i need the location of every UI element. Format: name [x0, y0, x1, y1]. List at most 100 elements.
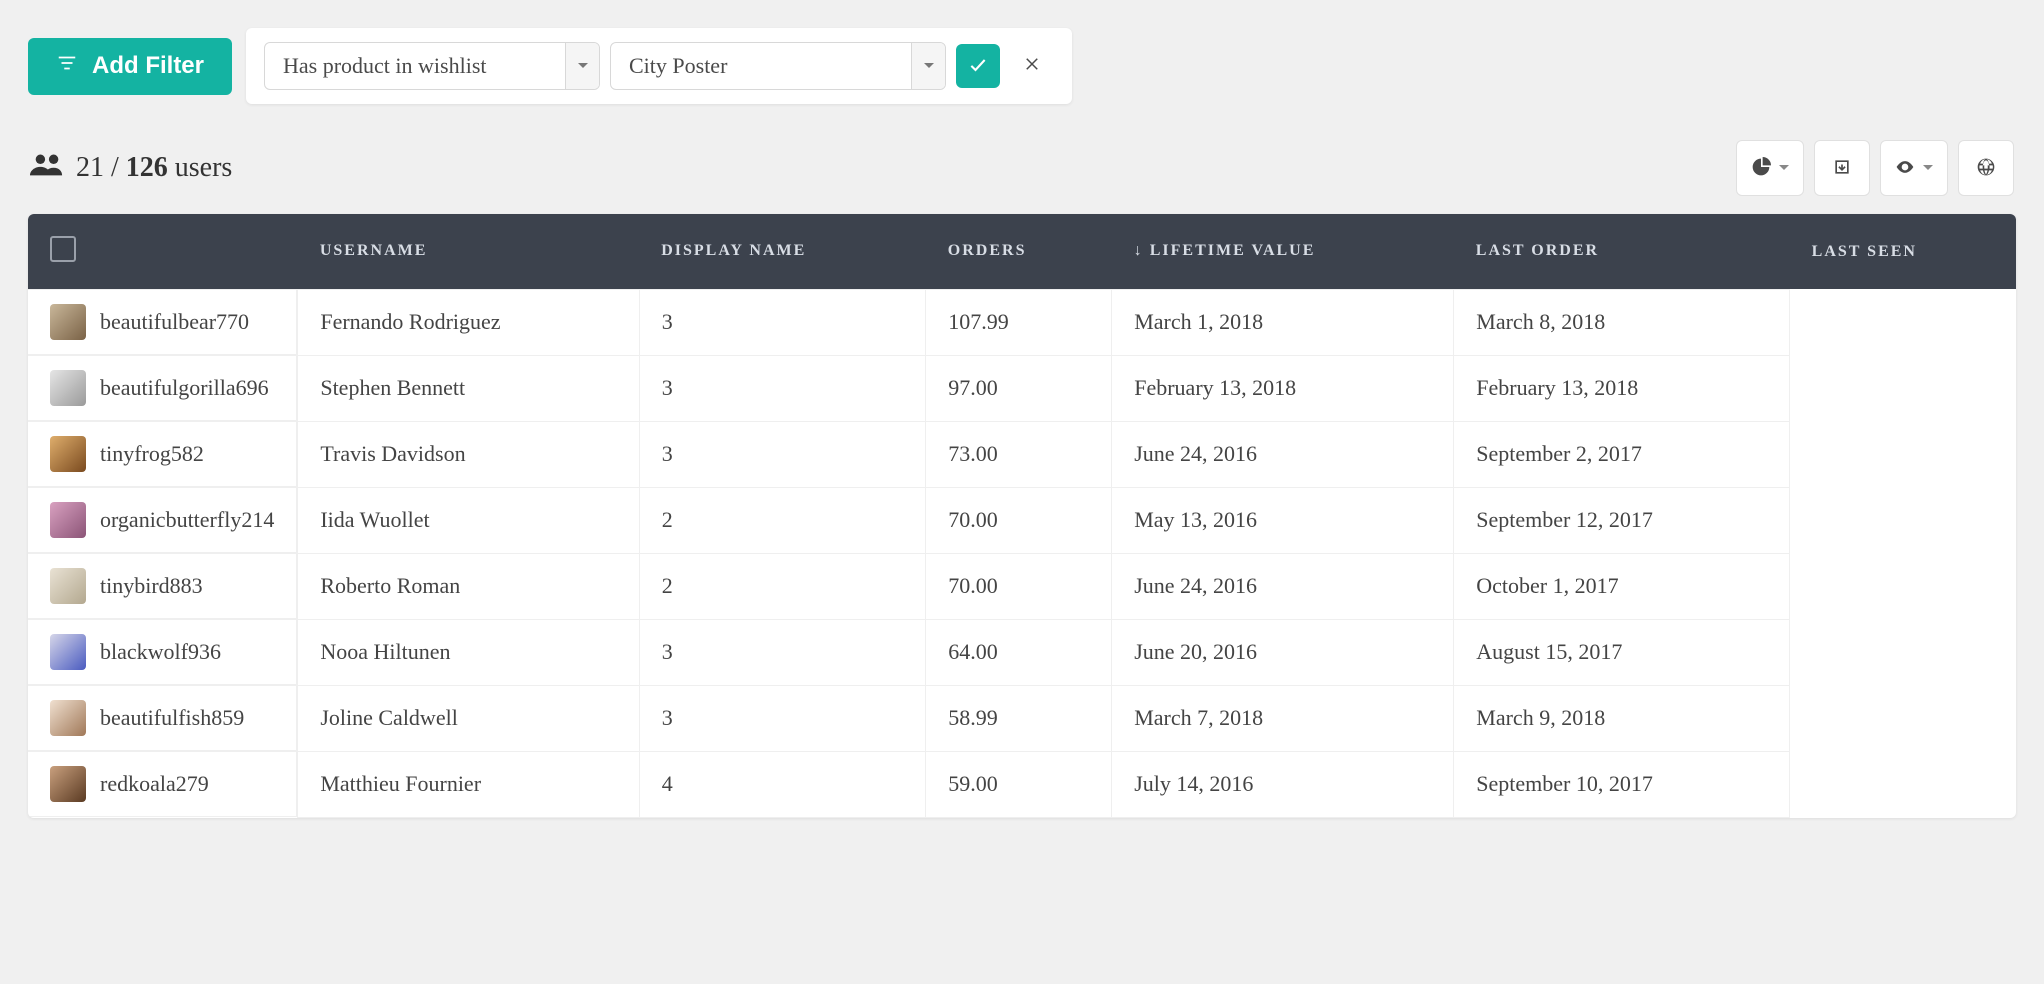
username-text: tinyfrog582: [100, 441, 204, 467]
filtered-count: 21: [76, 152, 104, 183]
cell-display-name: Fernando Rodriguez: [298, 289, 639, 355]
cell-display-name: Travis Davidson: [298, 421, 639, 487]
cell-ltv: 70.00: [926, 487, 1112, 553]
cell-last-order: March 7, 2018: [1112, 685, 1454, 751]
cell-orders: 3: [639, 421, 926, 487]
cell-username: redkoala279: [28, 751, 297, 817]
export-button[interactable]: [1814, 140, 1870, 196]
username-text: beautifulgorilla696: [100, 375, 269, 401]
cell-last-seen: September 10, 2017: [1454, 751, 1790, 817]
add-filter-button[interactable]: Add Filter: [28, 38, 232, 95]
check-icon: [968, 55, 988, 78]
cell-username: beautifulgorilla696: [28, 355, 297, 421]
total-count: 126: [126, 152, 168, 183]
cell-username: beautifulfish859: [28, 685, 297, 751]
globe-icon: [1976, 157, 1996, 180]
cell-last-order: February 13, 2018: [1112, 355, 1454, 421]
username-text: blackwolf936: [100, 639, 221, 665]
cell-username: beautifulbear770: [28, 289, 297, 355]
add-filter-label: Add Filter: [92, 52, 204, 80]
cell-orders: 3: [639, 685, 926, 751]
table-row[interactable]: beautifulgorilla696Stephen Bennett397.00…: [28, 355, 2016, 421]
cell-last-seen: August 15, 2017: [1454, 619, 1790, 685]
users-table: USERNAME DISPLAY NAME ORDERS ↓LIFETIME V…: [28, 214, 2016, 818]
avatar: [50, 766, 86, 802]
cell-last-seen: March 9, 2018: [1454, 685, 1790, 751]
filter-card: Has product in wishlist City Poster: [246, 28, 1072, 104]
cell-last-seen: September 2, 2017: [1454, 421, 1790, 487]
cell-ltv: 64.00: [926, 619, 1112, 685]
close-icon: [1023, 53, 1041, 79]
col-last-order[interactable]: LAST ORDER: [1454, 214, 1790, 289]
summary-text: 21 / 126 users: [30, 152, 232, 184]
visibility-button[interactable]: [1880, 140, 1948, 196]
table-row[interactable]: blackwolf936Nooa Hiltunen364.00June 20, …: [28, 619, 2016, 685]
col-last-seen[interactable]: LAST SEEN: [1790, 214, 2016, 289]
username-text: organicbutterfly214: [100, 507, 274, 533]
avatar: [50, 436, 86, 472]
avatar: [50, 502, 86, 538]
view-tools: [1736, 140, 2014, 196]
cell-last-seen: October 1, 2017: [1454, 553, 1790, 619]
filter-value-value: City Poster: [611, 43, 911, 89]
cell-username: organicbutterfly214: [28, 487, 297, 553]
chevron-down-icon[interactable]: [911, 43, 945, 89]
cell-ltv: 58.99: [926, 685, 1112, 751]
cell-last-order: May 13, 2016: [1112, 487, 1454, 553]
filter-field-value: Has product in wishlist: [265, 43, 565, 89]
cell-username: blackwolf936: [28, 619, 297, 685]
table-row[interactable]: beautifulfish859Joline Caldwell358.99Mar…: [28, 685, 2016, 751]
chevron-down-icon[interactable]: [565, 43, 599, 89]
globe-button[interactable]: [1958, 140, 2014, 196]
select-all-header[interactable]: [28, 214, 298, 289]
col-orders[interactable]: ORDERS: [926, 214, 1112, 289]
avatar: [50, 370, 86, 406]
summary-unit: users: [175, 152, 233, 183]
cell-last-order: July 14, 2016: [1112, 751, 1454, 817]
checkbox-icon: [50, 236, 76, 262]
table-row[interactable]: organicbutterfly214Iida Wuollet270.00May…: [28, 487, 2016, 553]
avatar: [50, 700, 86, 736]
table-row[interactable]: redkoala279Matthieu Fournier459.00July 1…: [28, 751, 2016, 817]
cell-orders: 3: [639, 619, 926, 685]
col-lifetime-value[interactable]: ↓LIFETIME VALUE: [1112, 214, 1454, 289]
cell-orders: 2: [639, 487, 926, 553]
cell-display-name: Stephen Bennett: [298, 355, 639, 421]
cell-username: tinyfrog582: [28, 421, 297, 487]
eye-icon: [1895, 157, 1915, 180]
cell-last-seen: February 13, 2018: [1454, 355, 1790, 421]
cell-username: tinybird883: [28, 553, 297, 619]
col-username[interactable]: USERNAME: [298, 214, 639, 289]
username-text: beautifulfish859: [100, 705, 244, 731]
toolbar: Add Filter Has product in wishlist City …: [28, 28, 2016, 104]
table-row[interactable]: tinybird883Roberto Roman270.00June 24, 2…: [28, 553, 2016, 619]
cell-orders: 2: [639, 553, 926, 619]
cell-display-name: Matthieu Fournier: [298, 751, 639, 817]
col-display-name[interactable]: DISPLAY NAME: [639, 214, 926, 289]
pie-chart-icon: [1751, 157, 1771, 180]
table-row[interactable]: beautifulbear770Fernando Rodriguez3107.9…: [28, 289, 2016, 355]
remove-filter-button[interactable]: [1010, 44, 1054, 88]
cell-display-name: Nooa Hiltunen: [298, 619, 639, 685]
avatar: [50, 568, 86, 604]
confirm-filter-button[interactable]: [956, 44, 1000, 88]
summary-row: 21 / 126 users: [28, 140, 2016, 196]
chart-view-button[interactable]: [1736, 140, 1804, 196]
cell-orders: 4: [639, 751, 926, 817]
filter-value-dropdown[interactable]: City Poster: [610, 42, 946, 90]
cell-display-name: Joline Caldwell: [298, 685, 639, 751]
users-icon: [30, 152, 64, 184]
cell-last-seen: March 8, 2018: [1454, 289, 1790, 355]
avatar: [50, 304, 86, 340]
table-header-row: USERNAME DISPLAY NAME ORDERS ↓LIFETIME V…: [28, 214, 2016, 289]
cell-last-order: March 1, 2018: [1112, 289, 1454, 355]
username-text: tinybird883: [100, 573, 203, 599]
table-row[interactable]: tinyfrog582Travis Davidson373.00June 24,…: [28, 421, 2016, 487]
cell-last-order: June 24, 2016: [1112, 553, 1454, 619]
filter-field-dropdown[interactable]: Has product in wishlist: [264, 42, 600, 90]
cell-ltv: 59.00: [926, 751, 1112, 817]
cell-orders: 3: [639, 289, 926, 355]
sort-desc-icon: ↓: [1134, 242, 1144, 259]
cell-ltv: 70.00: [926, 553, 1112, 619]
chevron-down-icon: [1779, 161, 1789, 176]
